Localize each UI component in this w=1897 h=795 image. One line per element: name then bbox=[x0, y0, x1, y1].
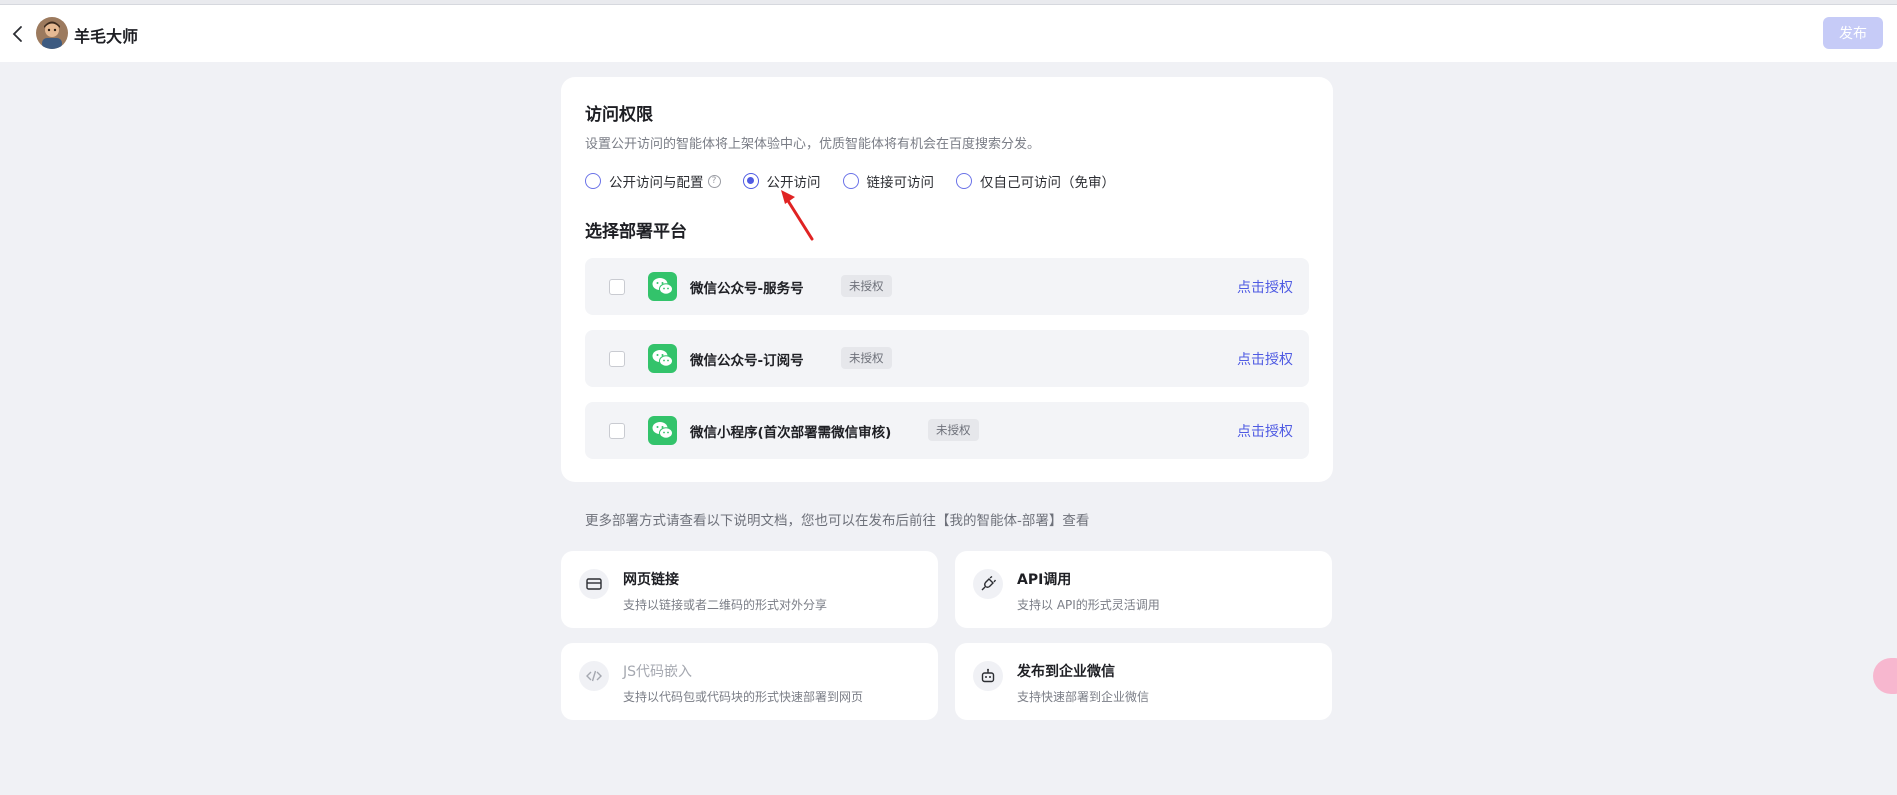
more-deploy-description: 更多部署方式请查看以下说明文档，您也可以在发布后前往【我的智能体-部署】查看 bbox=[585, 513, 1090, 529]
agent-avatar bbox=[36, 17, 68, 49]
robot-icon bbox=[973, 661, 1003, 691]
radio-label: 公开访问与配置 bbox=[609, 175, 704, 191]
platform-row-mini-program: 微信小程序(首次部署需微信审核) 未授权 点击授权 bbox=[585, 402, 1309, 459]
platforms-title: 选择部署平台 bbox=[585, 222, 687, 242]
method-subtitle: 支持快速部署到企业微信 bbox=[1017, 690, 1150, 704]
help-icon[interactable]: ? bbox=[707, 174, 721, 188]
radio-label: 链接可访问 bbox=[866, 175, 935, 191]
method-card-js-embed[interactable]: JS代码嵌入 支持以代码包或代码块的形式快速部署到网页 bbox=[561, 643, 938, 720]
radio-link-access[interactable]: 链接可访问 bbox=[842, 171, 935, 191]
publish-button[interactable]: 发布 bbox=[1823, 17, 1883, 49]
radio-private[interactable]: 仅自己可访问（免审） bbox=[956, 171, 1115, 191]
platform-name: 微信公众号-服务号 bbox=[690, 281, 804, 297]
method-title: JS代码嵌入 bbox=[623, 664, 693, 680]
access-description: 设置公开访问的智能体将上架体验中心，优质智能体将有机会在百度搜索分发。 bbox=[585, 137, 1041, 152]
platform-name: 微信小程序(首次部署需微信审核) bbox=[690, 425, 892, 441]
platform-row-subscription-account: 微信公众号-订阅号 未授权 点击授权 bbox=[585, 330, 1309, 387]
annotation-arrow-icon bbox=[781, 190, 814, 241]
radio-circle[interactable] bbox=[956, 173, 972, 189]
method-card-api[interactable]: API调用 支持以 API的形式灵活调用 bbox=[955, 551, 1332, 628]
platform-checkbox[interactable] bbox=[609, 279, 625, 295]
access-radio-group: 公开访问与配置 ? 公开访问 链接可访问 仅自己可访问（免审） bbox=[585, 171, 1137, 191]
method-title: 网页链接 bbox=[623, 572, 679, 588]
method-card-wecom[interactable]: 发布到企业微信 支持快速部署到企业微信 bbox=[955, 643, 1332, 720]
status-badge: 未授权 bbox=[841, 347, 892, 369]
wechat-icon bbox=[648, 272, 677, 301]
authorize-link[interactable]: 点击授权 bbox=[1237, 421, 1293, 441]
platform-checkbox[interactable] bbox=[609, 423, 625, 439]
code-icon bbox=[579, 661, 609, 691]
authorize-link[interactable]: 点击授权 bbox=[1237, 349, 1293, 369]
radio-circle-selected[interactable] bbox=[742, 173, 759, 189]
radio-circle[interactable] bbox=[585, 173, 601, 189]
card-icon bbox=[579, 569, 609, 599]
method-subtitle: 支持以链接或者二维码的形式对外分享 bbox=[623, 598, 828, 612]
method-title: 发布到企业微信 bbox=[1017, 664, 1115, 680]
method-card-web-link[interactable]: 网页链接 支持以链接或者二维码的形式对外分享 bbox=[561, 551, 938, 628]
radio-circle[interactable] bbox=[842, 173, 859, 189]
status-badge: 未授权 bbox=[928, 419, 979, 441]
plug-icon bbox=[973, 569, 1003, 599]
wechat-icon bbox=[648, 416, 677, 445]
platform-row-service-account: 微信公众号-服务号 未授权 点击授权 bbox=[585, 258, 1309, 315]
radio-label: 仅自己可访问（免审） bbox=[980, 175, 1115, 191]
top-bar: 羊毛大师 发布 bbox=[0, 5, 1897, 62]
authorize-link[interactable]: 点击授权 bbox=[1237, 277, 1293, 297]
access-title: 访问权限 bbox=[585, 105, 653, 125]
method-subtitle: 支持以代码包或代码块的形式快速部署到网页 bbox=[623, 690, 864, 704]
status-badge: 未授权 bbox=[841, 275, 892, 297]
floating-translate-button[interactable] bbox=[1873, 658, 1897, 694]
back-arrow-icon[interactable] bbox=[10, 24, 26, 44]
platform-name: 微信公众号-订阅号 bbox=[690, 353, 804, 369]
platform-checkbox[interactable] bbox=[609, 351, 625, 367]
method-title: API调用 bbox=[1017, 572, 1072, 588]
method-subtitle: 支持以 API的形式灵活调用 bbox=[1017, 598, 1160, 612]
wechat-icon bbox=[648, 344, 677, 373]
deploy-settings-card: 访问权限 设置公开访问的智能体将上架体验中心，优质智能体将有机会在百度搜索分发。… bbox=[561, 77, 1333, 482]
radio-public-with-config[interactable]: 公开访问与配置 ? bbox=[585, 171, 721, 191]
agent-name: 羊毛大师 bbox=[74, 27, 139, 46]
